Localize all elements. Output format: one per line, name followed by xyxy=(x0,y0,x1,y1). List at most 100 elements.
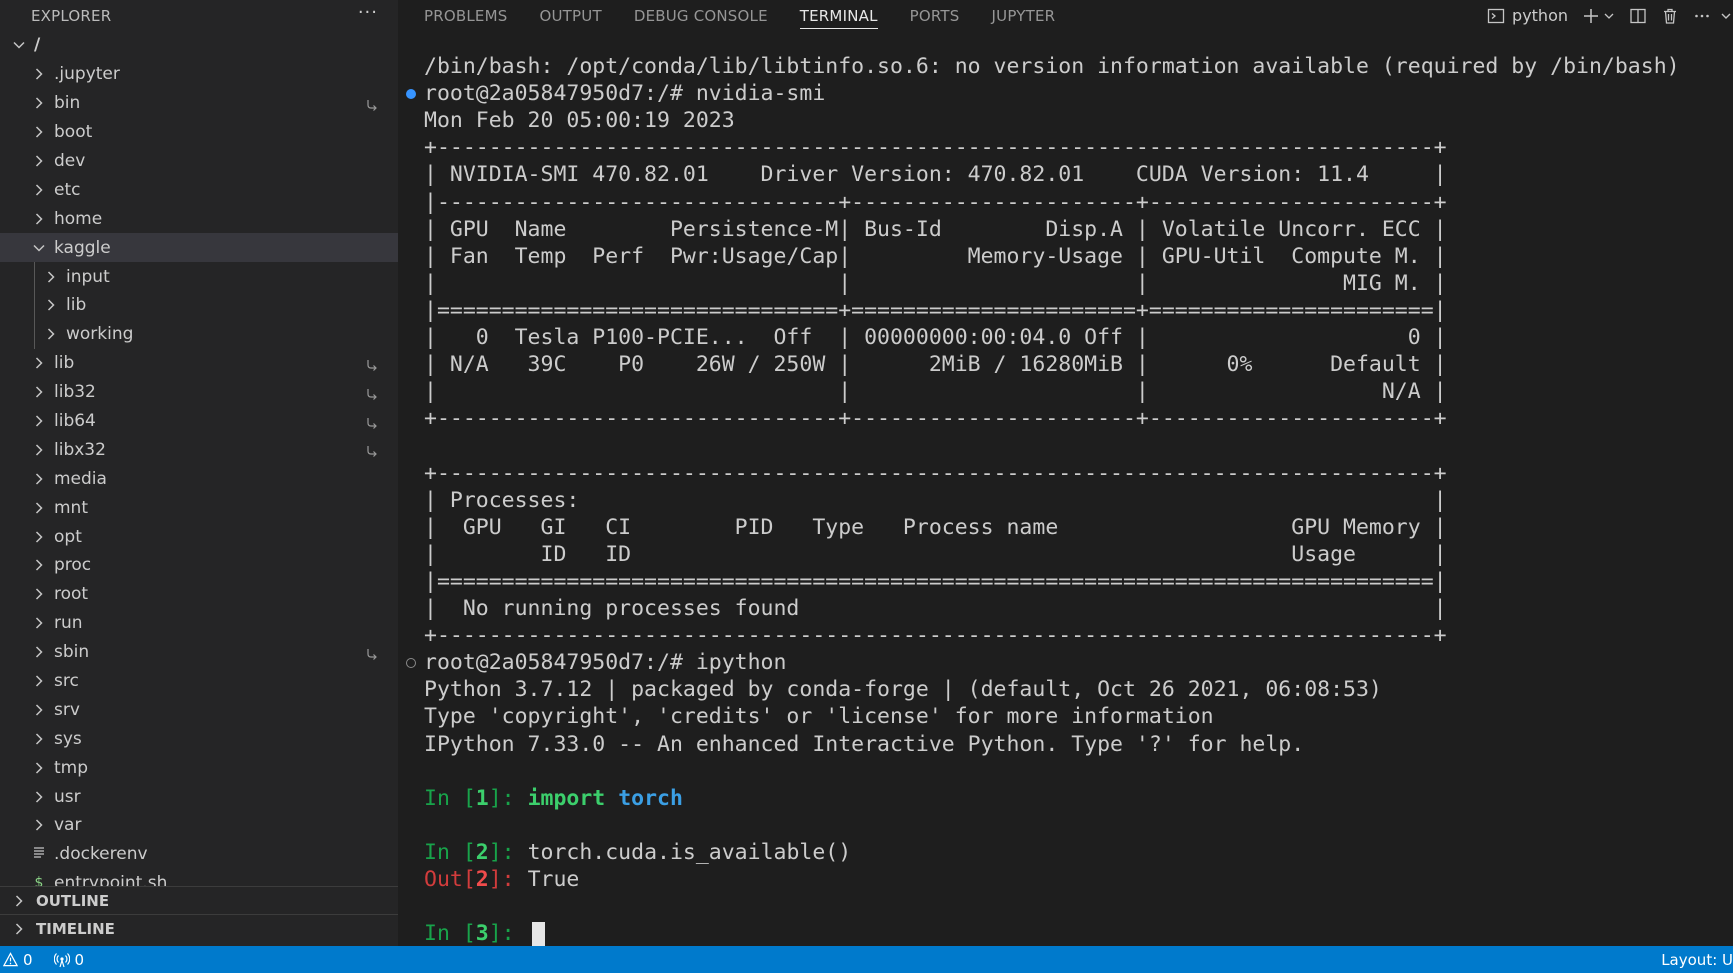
tree-item-label: bin xyxy=(54,93,81,114)
tree-item[interactable]: bin xyxy=(0,89,398,118)
in-prompt-end: ]: xyxy=(488,840,528,865)
tree-item[interactable]: .dockerenv xyxy=(0,840,398,869)
status-problems[interactable]: 0 xyxy=(3,951,33,969)
more-actions-button[interactable] xyxy=(1693,7,1711,25)
terminal-line: Mon Feb 20 05:00:19 2023 xyxy=(424,108,735,134)
chevron-down-icon xyxy=(12,38,26,52)
terminal-line: +---------------------------------------… xyxy=(424,623,1447,649)
tree-item[interactable]: mnt xyxy=(0,493,398,522)
tree-item-label: mnt xyxy=(54,497,88,518)
tree-item[interactable]: lib xyxy=(0,349,398,378)
indent-guide xyxy=(34,291,35,320)
tree-item[interactable]: kaggle xyxy=(0,233,398,263)
tab-problems[interactable]: PROBLEMS xyxy=(424,0,507,31)
kill-terminal-button[interactable] xyxy=(1661,7,1679,25)
tree-item[interactable]: proc xyxy=(0,551,398,580)
symlink-icon xyxy=(366,645,378,665)
tree-item[interactable]: srv xyxy=(0,695,398,724)
chevron-right-icon xyxy=(32,154,46,168)
terminal-line: root@2a05847950d7:/# nvidia-smi xyxy=(424,81,826,107)
chevron-right-icon xyxy=(12,922,26,936)
chevron-right-icon xyxy=(12,894,26,908)
ipython-cell-2: In [2]: torch.cuda.is_available() xyxy=(424,839,851,866)
tree-item[interactable]: media xyxy=(0,464,398,493)
terminal-cursor xyxy=(531,921,545,946)
tree-item[interactable]: src xyxy=(0,667,398,696)
command-decoration[interactable] xyxy=(406,657,416,668)
tab-jupyter[interactable]: JUPYTER xyxy=(992,0,1056,31)
tree-item-label: tmp xyxy=(54,757,89,778)
tree-item[interactable]: .jupyter xyxy=(0,60,398,89)
more-actions-icon[interactable]: ··· xyxy=(358,3,378,28)
tab-ports[interactable]: PORTS xyxy=(910,0,960,31)
ipython-out-2: Out[2]: True xyxy=(424,866,579,893)
tab-debug-console[interactable]: DEBUG CONSOLE xyxy=(634,0,768,31)
outline-label: OUTLINE xyxy=(36,891,110,910)
tree-item[interactable]: lib64 xyxy=(0,407,398,436)
chevron-down-icon xyxy=(1604,13,1614,19)
ipython-cell-1: In [1]: import torch xyxy=(424,785,683,812)
chevron-right-icon xyxy=(44,270,58,284)
tab-output[interactable]: OUTPUT xyxy=(539,0,601,31)
tree-item[interactable]: var xyxy=(0,811,398,840)
tree-item[interactable]: etc xyxy=(0,175,398,204)
tree-item[interactable]: usr xyxy=(0,782,398,811)
terminal-output[interactable]: /bin/bash: /opt/conda/lib/libtinfo.so.6:… xyxy=(398,31,1733,946)
ipython-cell-3[interactable]: In [3]: xyxy=(424,920,545,946)
tree-item[interactable]: sbin xyxy=(0,638,398,667)
tree-item[interactable]: opt xyxy=(0,522,398,551)
in-prompt: In [ xyxy=(424,786,476,811)
tree-item[interactable]: sys xyxy=(0,724,398,753)
tree-item[interactable]: home xyxy=(0,204,398,233)
split-terminal-button[interactable] xyxy=(1629,7,1647,25)
tree-item[interactable]: run xyxy=(0,609,398,638)
tree-item-label: src xyxy=(54,671,79,692)
tree-item-label: lib xyxy=(66,295,87,316)
text-file-icon xyxy=(32,845,46,863)
tree-item[interactable]: boot xyxy=(0,118,398,147)
new-terminal-button[interactable] xyxy=(1582,7,1615,25)
chevron-right-icon xyxy=(32,385,46,399)
command-success-decoration[interactable] xyxy=(406,88,416,99)
tree-item-label: lib xyxy=(54,353,75,374)
chevron-right-icon xyxy=(44,298,58,312)
tree-root[interactable]: / xyxy=(0,31,398,60)
in-prompt: In [ xyxy=(424,921,476,946)
timeline-label: TIMELINE xyxy=(36,919,115,938)
tree-item[interactable]: tmp xyxy=(0,753,398,782)
chevron-right-icon xyxy=(32,703,46,717)
tree-item[interactable]: dev xyxy=(0,147,398,176)
out-value: True xyxy=(527,867,580,892)
tree-item-label: sbin xyxy=(54,642,90,663)
timeline-section[interactable]: TIMELINE xyxy=(0,914,398,942)
terminal-selector[interactable]: python xyxy=(1487,6,1568,25)
panel-actions: python xyxy=(1473,0,1733,31)
tab-terminal[interactable]: TERMINAL xyxy=(799,0,878,31)
tree-item[interactable]: root xyxy=(0,580,398,609)
chevron-down-icon xyxy=(1721,13,1731,19)
chevron-right-icon xyxy=(32,587,46,601)
outline-section[interactable]: OUTLINE xyxy=(0,886,398,914)
tree-item[interactable]: libx32 xyxy=(0,435,398,464)
tree-items: .jupyter bin boot dev etc home kaggle input lib w… xyxy=(0,60,398,886)
tree-item-label: input xyxy=(66,266,110,287)
tree-item[interactable]: input xyxy=(0,262,398,292)
indent-guide xyxy=(34,262,35,292)
ports-count: 0 xyxy=(74,950,85,969)
tree-item-label: home xyxy=(54,208,103,229)
tree-item[interactable]: lib32 xyxy=(0,378,398,407)
tree-item[interactable]: $ entrypoint.sh xyxy=(0,869,398,886)
tree-item[interactable]: lib xyxy=(0,291,398,320)
chevron-right-icon xyxy=(32,790,46,804)
tree-item[interactable]: working xyxy=(0,319,398,349)
status-right: Layout: U xyxy=(1661,946,1733,973)
symlink-icon xyxy=(366,442,378,462)
warning-icon xyxy=(3,952,18,967)
terminal-line: Python 3.7.12 | packaged by conda-forge … xyxy=(424,677,1382,703)
chevron-right-icon xyxy=(32,501,46,515)
status-ports[interactable]: 0 xyxy=(53,950,85,969)
maximize-panel-button[interactable] xyxy=(1719,9,1733,23)
chevron-right-icon xyxy=(32,818,46,832)
terminal-line: | NVIDIA-SMI 470.82.01 Driver Version: 4… xyxy=(424,162,1447,188)
status-layout[interactable]: Layout: U xyxy=(1661,951,1733,969)
